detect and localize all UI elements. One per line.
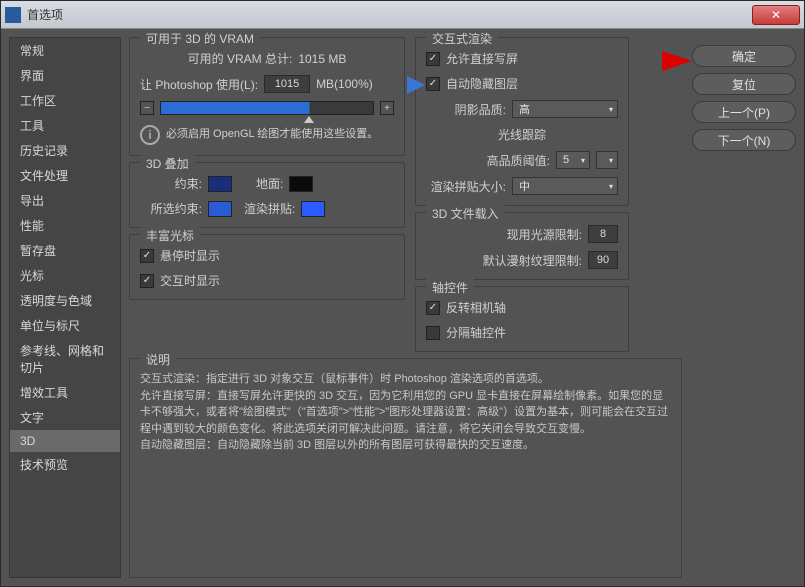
light-label: 现用光源限制: — [507, 226, 582, 243]
tile-label: 渲染拼贴: — [244, 200, 295, 217]
direct-label: 允许直接写屏 — [446, 50, 518, 67]
window-title: 首选项 — [27, 6, 752, 23]
arrow-red-icon — [662, 51, 692, 71]
sidebar-item[interactable]: 参考线、网格和切片 — [10, 338, 120, 380]
sidebar-item[interactable]: 界面 — [10, 63, 120, 88]
vram-slider[interactable] — [160, 101, 374, 115]
direct-checkbox[interactable] — [426, 52, 440, 66]
sidebar-item[interactable]: 透明度与色域 — [10, 288, 120, 313]
reverse-label: 反转相机轴 — [446, 299, 506, 316]
sidebar-item[interactable]: 单位与标尺 — [10, 313, 120, 338]
hover-checkbox[interactable] — [140, 249, 154, 263]
ray-title: 光线跟踪 — [426, 126, 618, 143]
reverse-checkbox[interactable] — [426, 301, 440, 315]
info-icon: i — [140, 125, 160, 145]
app-icon — [5, 7, 21, 23]
reset-button[interactable]: 复位 — [692, 73, 796, 95]
vram-total-label: 可用的 VRAM 总计: — [188, 50, 293, 67]
vram-info: 必须启用 OpenGL 绘图才能使用这些设置。 — [166, 127, 378, 142]
ok-button[interactable]: 确定 — [692, 45, 796, 67]
light-input[interactable] — [588, 225, 618, 243]
next-button[interactable]: 下一个(N) — [692, 129, 796, 151]
axis-group: 轴控件 反转相机轴 分隔轴控件 — [415, 286, 629, 352]
vram-total-value: 1015 MB — [298, 52, 346, 66]
sidebar-item[interactable]: 增效工具 — [10, 380, 120, 405]
slider-plus[interactable]: + — [380, 101, 394, 115]
separate-checkbox[interactable] — [426, 326, 440, 340]
sidebar-item[interactable]: 文字 — [10, 405, 120, 430]
overlay-group: 3D 叠加 约束: 地面: 所选约束: 渲染拼贴: — [129, 162, 405, 228]
vram-use-label: 让 Photoshop 使用(L): — [140, 76, 258, 93]
vram-group: 可用于 3D 的 VRAM 可用的 VRAM 总计: 1015 MB 让 Pho… — [129, 37, 405, 156]
constraint-swatch[interactable] — [208, 176, 232, 192]
cursor-title: 丰富光标 — [140, 227, 200, 244]
sel-constraint-label: 所选约束: — [140, 200, 202, 217]
desc-text: 交互式渲染：指定进行 3D 对象交互（鼠标事件）时 Photoshop 渲染选项… — [140, 371, 671, 454]
ground-label: 地面: — [256, 175, 283, 192]
hq-label: 高品质阈值: — [487, 152, 550, 169]
sidebar-item[interactable]: 暂存盘 — [10, 238, 120, 263]
vram-unit: MB(100%) — [316, 77, 373, 91]
render-group: 交互式渲染 允许直接写屏 自动隐藏图层 阴影品质:高 光线跟踪 高品质阈值:5 … — [415, 37, 629, 206]
constraint-label: 约束: — [140, 175, 202, 192]
cursor-group: 丰富光标 悬停时显示 交互时显示 — [129, 234, 405, 300]
tilesize-select[interactable]: 中 — [512, 177, 618, 195]
desc-group: 说明 交互式渲染：指定进行 3D 对象交互（鼠标事件）时 Photoshop 渲… — [129, 358, 682, 578]
overlay-title: 3D 叠加 — [140, 155, 195, 172]
close-button[interactable]: ✕ — [752, 5, 800, 25]
autohide-label: 自动隐藏图层 — [446, 75, 518, 92]
hq-dropdown[interactable] — [596, 151, 618, 169]
sidebar-item[interactable]: 历史记录 — [10, 138, 120, 163]
sidebar-item[interactable]: 导出 — [10, 188, 120, 213]
hover-label: 悬停时显示 — [160, 247, 220, 264]
fileload-title: 3D 文件载入 — [426, 205, 505, 222]
fileload-group: 3D 文件载入 现用光源限制: 默认漫射纹理限制: — [415, 212, 629, 280]
titlebar: 首选项 ✕ — [1, 1, 804, 29]
interact-label: 交互时显示 — [160, 272, 220, 289]
autohide-checkbox[interactable] — [426, 77, 440, 91]
sidebar-item[interactable]: 性能 — [10, 213, 120, 238]
sel-constraint-swatch[interactable] — [208, 201, 232, 217]
tilesize-label: 渲染拼贴大小: — [431, 178, 506, 195]
vram-use-input[interactable] — [264, 75, 310, 93]
render-title: 交互式渲染 — [426, 30, 498, 47]
shadow-label: 阴影品质: — [455, 101, 506, 118]
sidebar-item[interactable]: 工作区 — [10, 88, 120, 113]
prev-button[interactable]: 上一个(P) — [692, 101, 796, 123]
ground-swatch[interactable] — [289, 176, 313, 192]
slider-handle[interactable] — [304, 116, 314, 123]
category-sidebar: 常规界面工作区工具历史记录文件处理导出性能暂存盘光标透明度与色域单位与标尺参考线… — [9, 37, 121, 578]
shadow-select[interactable]: 高 — [512, 100, 618, 118]
tex-input[interactable] — [588, 251, 618, 269]
sidebar-item[interactable]: 技术预览 — [10, 452, 120, 477]
tex-label: 默认漫射纹理限制: — [483, 252, 582, 269]
tile-swatch[interactable] — [301, 201, 325, 217]
vram-title: 可用于 3D 的 VRAM — [140, 30, 260, 47]
sidebar-item[interactable]: 3D — [10, 430, 120, 452]
hq-select[interactable]: 5 — [556, 151, 590, 169]
interact-checkbox[interactable] — [140, 274, 154, 288]
slider-minus[interactable]: − — [140, 101, 154, 115]
sidebar-item[interactable]: 常规 — [10, 38, 120, 63]
sidebar-item[interactable]: 光标 — [10, 263, 120, 288]
arrow-blue-icon — [407, 76, 425, 94]
separate-label: 分隔轴控件 — [446, 324, 506, 341]
desc-title: 说明 — [140, 351, 176, 368]
axis-title: 轴控件 — [426, 279, 474, 296]
sidebar-item[interactable]: 文件处理 — [10, 163, 120, 188]
sidebar-item[interactable]: 工具 — [10, 113, 120, 138]
